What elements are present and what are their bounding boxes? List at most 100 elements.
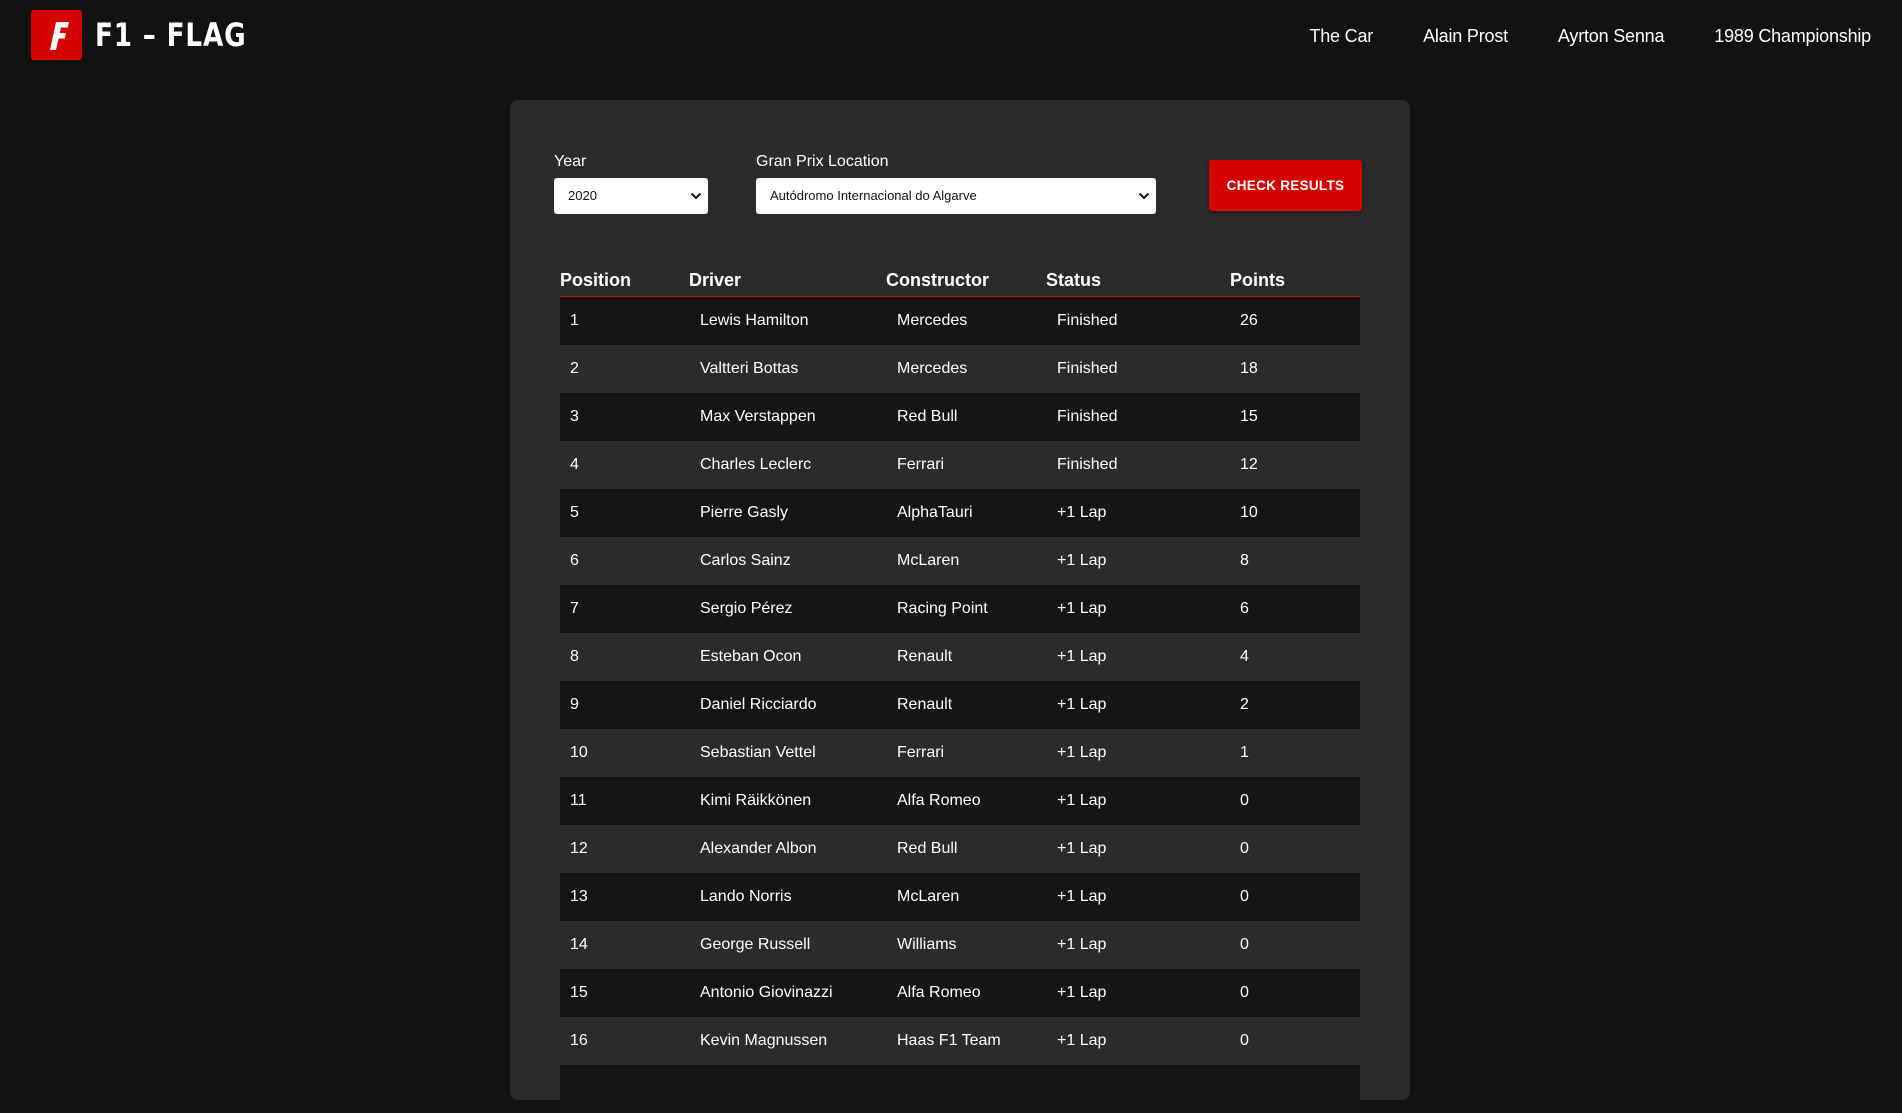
status-cell: Finished	[1057, 312, 1118, 329]
table-row: 3 Max Verstappen Red Bull Finished 15	[560, 393, 1360, 441]
driver-cell: Sergio Pérez	[700, 600, 793, 617]
location-select-value: Autódromo Internacional do Algarve	[770, 188, 977, 203]
constructor-cell: Ferrari	[897, 744, 945, 761]
table-row: 5 Pierre Gasly AlphaTauri +1 Lap 10	[560, 489, 1360, 537]
table-row: 11 Kimi Räikkönen Alfa Romeo +1 Lap 0	[560, 777, 1360, 825]
constructor-cell: McLaren	[897, 552, 960, 569]
nav-link-1989-championship[interactable]: 1989 Championship	[1714, 26, 1871, 47]
points-cell: 6	[1240, 600, 1249, 617]
position-cell: 10	[570, 744, 588, 761]
points-cell: 2	[1240, 696, 1249, 713]
chevron-down-icon	[690, 178, 702, 214]
table-row: 2 Valtteri Bottas Mercedes Finished 18	[560, 345, 1360, 393]
position-cell: 4	[570, 456, 579, 473]
chevron-down-icon	[1138, 178, 1150, 214]
year-select-value: 2020	[568, 188, 597, 203]
constructor-cell: Red Bull	[897, 408, 958, 425]
points-cell: 4	[1240, 648, 1249, 665]
year-select[interactable]: 2020	[554, 178, 708, 214]
points-cell: 0	[1240, 984, 1249, 1001]
status-cell: +1 Lap	[1057, 792, 1107, 809]
driver-cell: Max Verstappen	[700, 408, 816, 425]
status-cell: +1 Lap	[1057, 840, 1107, 857]
points-cell: 10	[1240, 504, 1258, 521]
header-constructor: Constructor	[886, 270, 989, 290]
position-cell: 3	[570, 408, 579, 425]
nav-link-ayrton-senna[interactable]: Ayrton Senna	[1558, 26, 1665, 47]
driver-cell: Lando Norris	[700, 888, 792, 905]
year-label: Year	[554, 153, 587, 170]
table-row: 13 Lando Norris McLaren +1 Lap 0	[560, 873, 1360, 921]
status-cell: +1 Lap	[1057, 888, 1107, 905]
position-cell: 11	[570, 792, 587, 809]
points-cell: 0	[1240, 792, 1249, 809]
points-cell: 0	[1240, 840, 1249, 857]
position-cell: 15	[570, 984, 588, 1001]
status-cell: +1 Lap	[1057, 936, 1107, 953]
position-cell: 16	[570, 1032, 588, 1049]
brand-name: F1 – FLAG	[95, 16, 247, 54]
status-cell: +1 Lap	[1057, 552, 1107, 569]
top-navigation-bar: F1 – FLAG The Car Alain Prost Ayrton Sen…	[0, 0, 1902, 80]
driver-cell: Sebastian Vettel	[700, 744, 816, 761]
driver-cell: Valtteri Bottas	[700, 360, 799, 377]
constructor-cell: Ferrari	[897, 456, 945, 473]
position-cell: 9	[570, 696, 579, 713]
constructor-cell: Red Bull	[897, 840, 958, 857]
points-cell: 0	[1240, 1032, 1249, 1049]
constructor-cell: McLaren	[897, 888, 960, 905]
constructor-cell: Renault	[897, 648, 953, 665]
table-row: 10 Sebastian Vettel Ferrari +1 Lap 1	[560, 729, 1360, 777]
table-row: 6 Carlos Sainz McLaren +1 Lap 8	[560, 537, 1360, 585]
position-cell: 13	[570, 888, 588, 905]
driver-cell: Alexander Albon	[700, 840, 817, 857]
driver-cell: George Russell	[700, 936, 811, 953]
position-cell: 12	[570, 840, 588, 857]
nav-link-alain-prost[interactable]: Alain Prost	[1423, 26, 1508, 47]
driver-cell: Carlos Sainz	[700, 552, 791, 569]
constructor-cell: Renault	[897, 696, 953, 713]
table-row: 14 George Russell Williams +1 Lap 0	[560, 921, 1360, 969]
constructor-cell: Mercedes	[897, 312, 968, 329]
position-cell: 14	[570, 936, 588, 953]
driver-cell: Antonio Giovinazzi	[700, 984, 833, 1001]
status-cell: +1 Lap	[1057, 504, 1107, 521]
points-cell: 18	[1240, 360, 1258, 377]
points-cell: 0	[1240, 888, 1249, 905]
position-cell: 8	[570, 648, 579, 665]
table-row: 4 Charles Leclerc Ferrari Finished 12	[560, 441, 1360, 489]
points-cell: 1	[1240, 744, 1249, 761]
constructor-cell: Racing Point	[897, 600, 988, 617]
table-row: 8 Esteban Ocon Renault +1 Lap 4	[560, 633, 1360, 681]
position-cell: 7	[570, 600, 579, 617]
table-header: Position Driver Constructor Status Point…	[560, 270, 1360, 297]
check-results-button[interactable]: CHECK RESULTS	[1209, 160, 1362, 211]
constructor-cell: Alfa Romeo	[897, 984, 981, 1001]
main-nav: The Car Alain Prost Ayrton Senna 1989 Ch…	[1309, 26, 1871, 47]
status-cell: +1 Lap	[1057, 648, 1107, 665]
brand-logo[interactable]: F1 – FLAG	[31, 10, 280, 60]
points-cell: 0	[1240, 936, 1249, 953]
results-table: Position Driver Constructor Status Point…	[560, 270, 1360, 1113]
points-cell: 26	[1240, 312, 1258, 329]
position-cell: 2	[570, 360, 579, 377]
constructor-cell: Alfa Romeo	[897, 792, 981, 809]
driver-cell: Lewis Hamilton	[700, 312, 809, 329]
table-row: 15 Antonio Giovinazzi Alfa Romeo +1 Lap 0	[560, 969, 1360, 1017]
driver-cell: Daniel Ricciardo	[700, 696, 817, 713]
constructor-cell: Haas F1 Team	[897, 1032, 1001, 1049]
status-cell: Finished	[1057, 408, 1118, 425]
points-cell: 15	[1240, 408, 1258, 425]
header-driver: Driver	[689, 270, 742, 290]
status-cell: +1 Lap	[1057, 696, 1107, 713]
status-cell: +1 Lap	[1057, 984, 1107, 1001]
table-row: 7 Sergio Pérez Racing Point +1 Lap 6	[560, 585, 1360, 633]
nav-link-the-car[interactable]: The Car	[1309, 26, 1373, 47]
status-cell: Finished	[1057, 360, 1118, 377]
driver-cell: Charles Leclerc	[700, 456, 812, 473]
location-select[interactable]: Autódromo Internacional do Algarve	[756, 178, 1156, 214]
constructor-cell: AlphaTauri	[897, 504, 973, 521]
constructor-cell: Mercedes	[897, 360, 968, 377]
points-cell: 8	[1240, 552, 1249, 569]
table-row: 1 Lewis Hamilton Mercedes Finished 26	[560, 297, 1360, 345]
